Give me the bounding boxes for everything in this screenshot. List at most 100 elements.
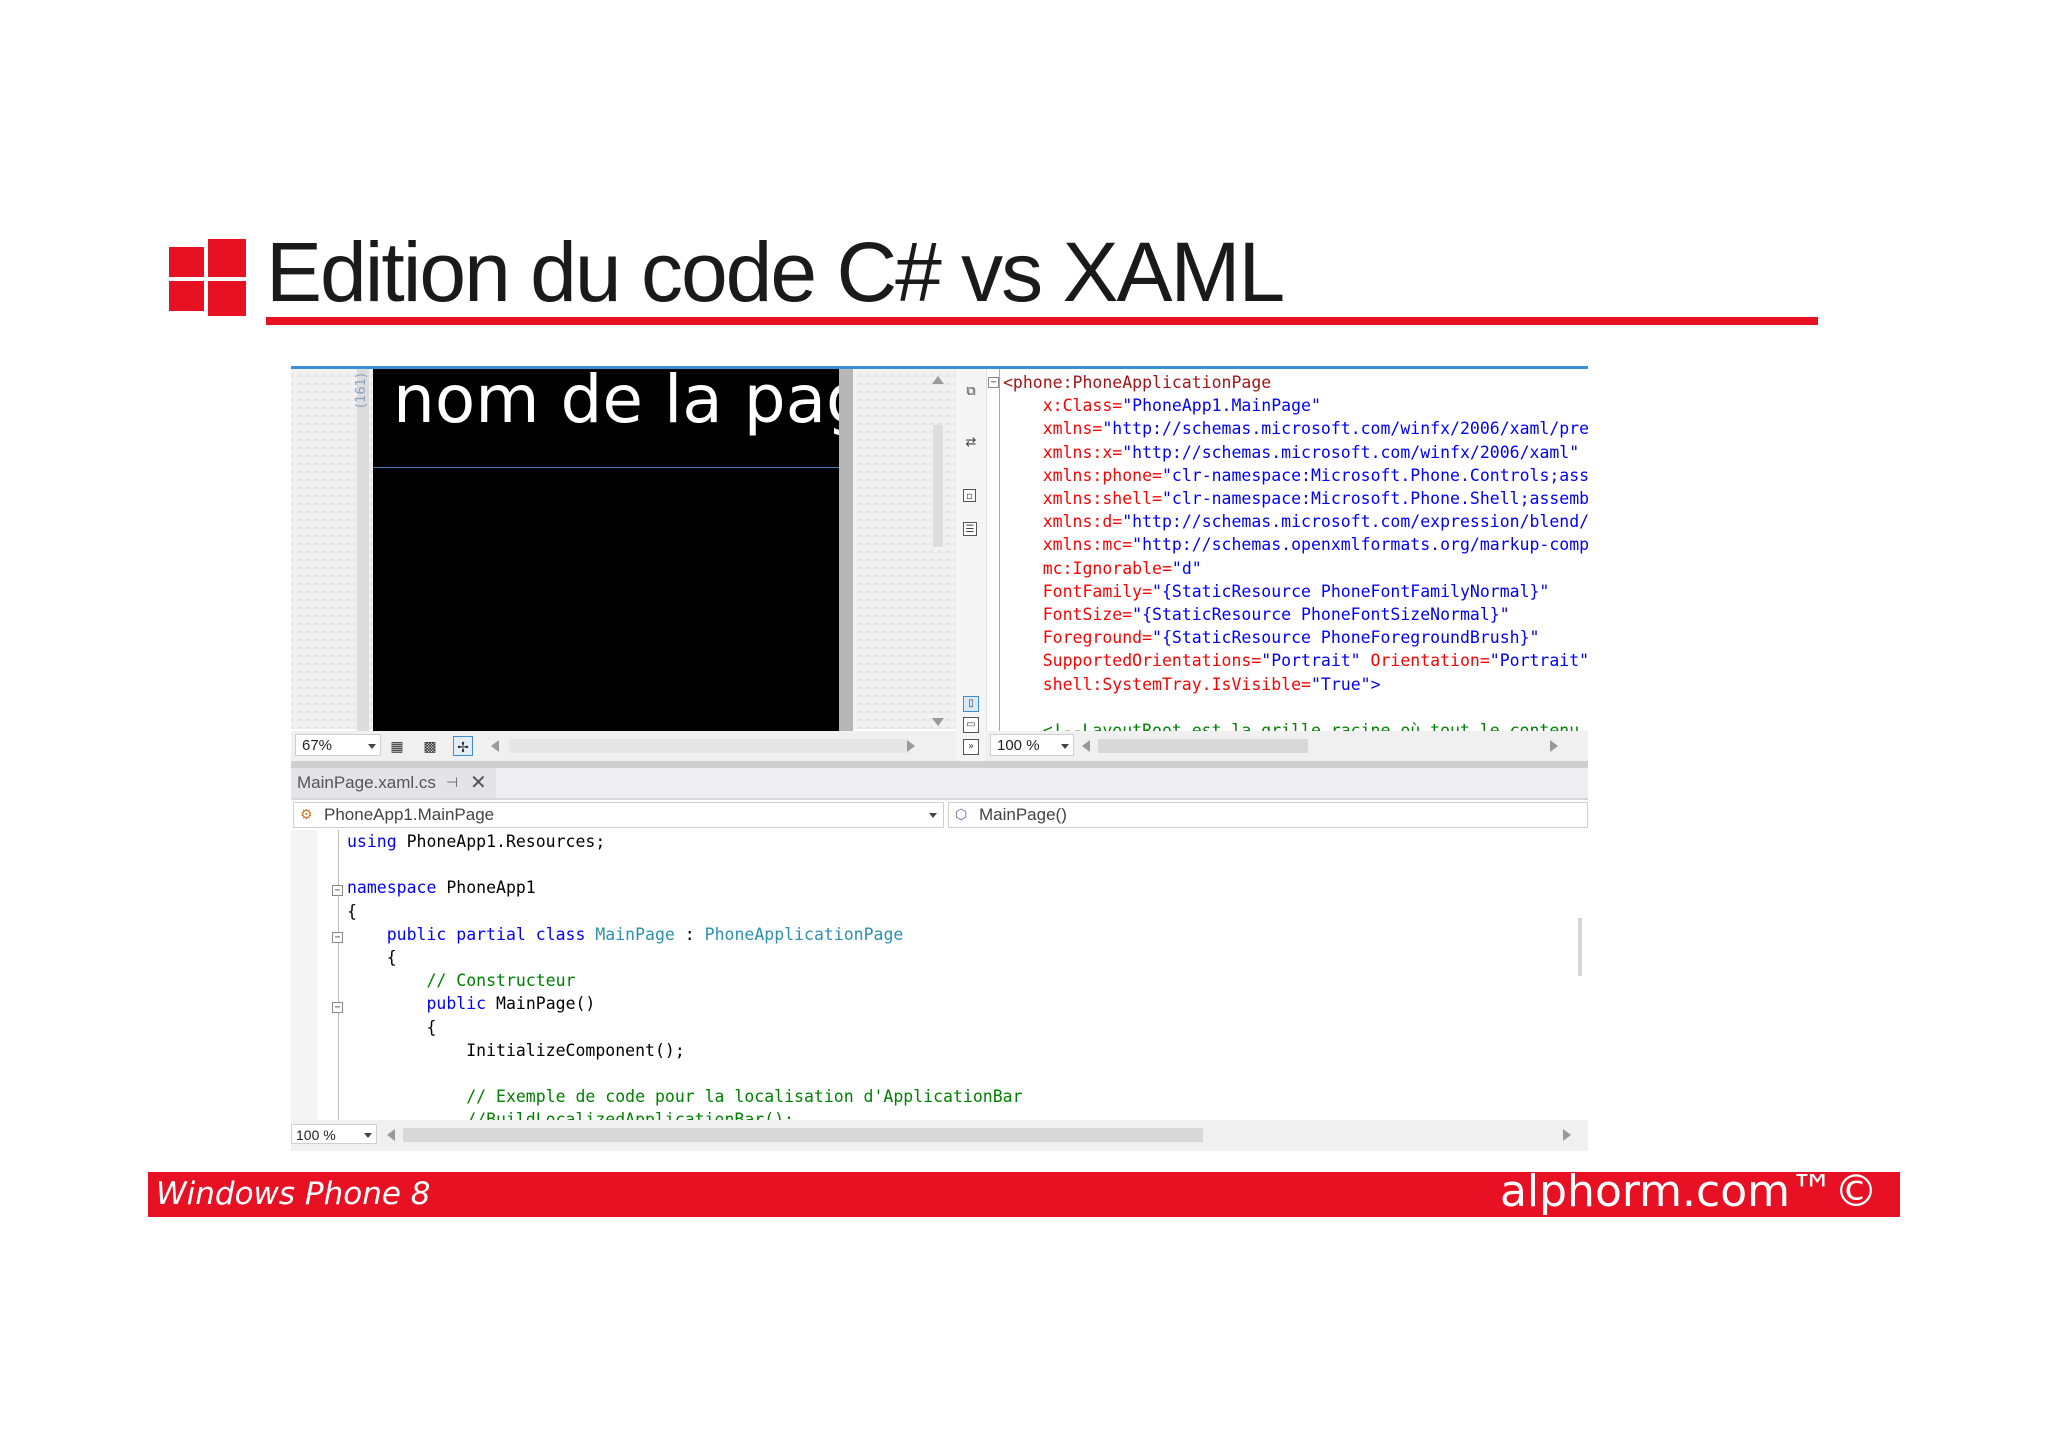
scroll-left-icon[interactable] xyxy=(387,1129,395,1141)
editor-token: MainPage() xyxy=(486,994,596,1014)
xaml-token: "{StaticResource PhoneFontSizeNormal}" xyxy=(1132,605,1510,624)
editor-line[interactable]: { xyxy=(347,900,357,923)
scroll-right-icon[interactable] xyxy=(907,740,915,752)
expand-pane-icon[interactable]: ☰ xyxy=(963,522,977,536)
editor-token: PhoneApp1 xyxy=(436,878,536,898)
xaml-token: xmlns:phone= xyxy=(1003,465,1162,485)
editor-vertical-scrollbar[interactable] xyxy=(1575,830,1588,1120)
class-icon: ⚙ xyxy=(300,806,313,822)
editor-line[interactable]: public partial class MainPage : PhoneApp… xyxy=(347,923,904,946)
editor-line[interactable]: { xyxy=(347,946,397,969)
editor-line[interactable]: // Exemple de code pour la localisation … xyxy=(347,1085,1022,1108)
editor-horizontal-scrollbar[interactable] xyxy=(403,1128,1203,1142)
editor-line[interactable]: using PhoneApp1.Resources; xyxy=(347,830,605,853)
xaml-line[interactable]: FontSize="{StaticResource PhoneFontSizeN… xyxy=(1003,603,1510,626)
close-icon[interactable]: ✕ xyxy=(470,770,487,795)
xaml-token: "Portrait" xyxy=(1489,651,1588,671)
scroll-left-icon[interactable] xyxy=(491,740,499,752)
editor-token: { xyxy=(347,948,397,967)
xaml-token: <!--LayoutRoot est la grille racine où t… xyxy=(1042,721,1580,731)
tab-label: MainPage.xaml.cs xyxy=(297,773,436,792)
phone-preview[interactable]: nom de la page xyxy=(373,369,839,735)
designer-statusbar: 67% ▦ ▩ ✢ xyxy=(291,731,956,761)
snap-to-lines-icon[interactable]: ✢ xyxy=(453,736,473,756)
xaml-line[interactable]: xmlns:x="http://schemas.microsoft.com/wi… xyxy=(1003,441,1579,464)
editor-statusbar: 100 % xyxy=(291,1120,1588,1151)
pane-divider[interactable] xyxy=(291,761,1588,768)
snap-to-grid-icon[interactable]: ▩ xyxy=(420,736,440,756)
editor-token: PhoneApp1.Resources; xyxy=(396,832,606,851)
expand-toggle-icon[interactable]: » xyxy=(963,739,979,755)
xaml-line[interactable]: xmlns="http://schemas.microsoft.com/winf… xyxy=(1003,417,1588,440)
editor-margin xyxy=(291,830,317,1120)
xaml-token: "clr-namespace:Microsoft.Phone.Controls;… xyxy=(1161,465,1588,485)
editor-token: public partial class xyxy=(386,924,586,944)
collapse-method-icon[interactable]: − xyxy=(332,1002,343,1013)
editor-line[interactable]: //BuildLocalizedApplicationBar(); xyxy=(347,1108,794,1120)
editor-token: InitializeComponent(); xyxy=(347,1040,685,1060)
xaml-zoom-select[interactable]: 100 % xyxy=(990,734,1074,756)
editor-line[interactable]: // Constructeur xyxy=(347,969,575,992)
zoom-to-fit-icon[interactable]: ⧉ xyxy=(963,384,979,400)
xaml-editor[interactable]: − <phone:PhoneApplicationPage x:Class="P… xyxy=(986,369,1588,731)
scroll-right-icon[interactable] xyxy=(1563,1129,1571,1141)
editor-token: public xyxy=(426,994,487,1014)
editor-line[interactable]: public MainPage() xyxy=(347,992,595,1015)
scroll-right-icon[interactable] xyxy=(1550,740,1558,752)
xaml-line[interactable]: xmlns:shell="clr-namespace:Microsoft.Pho… xyxy=(1003,487,1588,510)
xaml-token: xmlns:mc= xyxy=(1003,535,1133,555)
chevron-down-icon xyxy=(929,813,937,818)
xaml-token: mc:Ignorable= xyxy=(1003,558,1172,578)
title-underline xyxy=(266,317,1818,325)
xaml-line[interactable]: shell:SystemTray.IsVisible="True"> xyxy=(1003,673,1381,696)
class-dropdown[interactable]: ⚙ PhoneApp1.MainPage xyxy=(293,802,944,828)
collapse-class-icon[interactable]: − xyxy=(332,932,343,943)
horizontal-split-icon[interactable]: ▭ xyxy=(963,717,979,733)
xaml-token: "{StaticResource PhoneFontFamilyNormal}" xyxy=(1152,581,1550,601)
pin-icon[interactable]: ⊣ xyxy=(446,774,458,791)
member-dropdown-value: MainPage() xyxy=(979,805,1067,824)
xaml-line[interactable]: FontFamily="{StaticResource PhoneFontFam… xyxy=(1003,580,1550,603)
xaml-line[interactable]: x:Class="PhoneApp1.MainPage" xyxy=(1003,394,1321,417)
scroll-thumb[interactable] xyxy=(933,425,943,547)
xaml-token: "http://schemas.microsoft.com/winfx/2006… xyxy=(1102,419,1588,439)
xaml-outline-gutter xyxy=(999,369,1000,731)
xaml-token: "http://schemas.microsoft.com/expression… xyxy=(1122,512,1588,532)
collapse-pane-icon[interactable]: ▫ xyxy=(963,489,976,502)
xaml-line[interactable]: mc:Ignorable="d" xyxy=(1003,557,1202,580)
editor-zoom-select[interactable]: 100 % xyxy=(291,1124,377,1144)
xaml-line[interactable]: Foreground="{StaticResource PhoneForegro… xyxy=(1003,626,1540,649)
xaml-token: > xyxy=(1370,674,1381,694)
swap-panes-icon[interactable]: ⇄ xyxy=(963,435,979,451)
design-surface[interactable]: (161) nom de la page xyxy=(291,369,956,735)
vertical-split-icon[interactable]: ▯ xyxy=(963,696,979,712)
scroll-down-icon[interactable] xyxy=(932,718,944,726)
csharp-code-editor[interactable]: − − − using PhoneApp1.Resources; namespac… xyxy=(291,830,1588,1120)
designer-horizontal-scrollbar[interactable] xyxy=(509,739,909,753)
phone-page-title[interactable]: nom de la page xyxy=(393,369,839,438)
editor-line[interactable]: { xyxy=(347,1016,436,1039)
design-vertical-scrollbar[interactable] xyxy=(926,369,950,729)
scroll-up-icon[interactable] xyxy=(932,376,944,384)
xaml-line[interactable]: xmlns:phone="clr-namespace:Microsoft.Pho… xyxy=(1003,464,1588,487)
xaml-line[interactable]: xmlns:d="http://schemas.microsoft.com/ex… xyxy=(1003,510,1588,533)
editor-token: PhoneApplicationPage xyxy=(704,924,904,944)
tab-mainpage-xaml-cs[interactable]: MainPage.xaml.cs ⊣ ✕ xyxy=(291,768,496,798)
grid-icon[interactable]: ▦ xyxy=(387,736,407,756)
xaml-horizontal-scrollbar[interactable] xyxy=(1098,739,1308,753)
scroll-thumb[interactable] xyxy=(1578,918,1582,976)
xaml-line[interactable]: SupportedOrientations="Portrait" Orienta… xyxy=(1003,649,1588,672)
xaml-line[interactable]: <!--LayoutRoot est la grille racine où t… xyxy=(1003,719,1588,731)
visual-studio-window: (161) nom de la page ⧉ ⇄ ▫ ☰ ▯ ▭ » 67% ▦… xyxy=(291,366,1588,1151)
xaml-line[interactable]: xmlns:mc="http://schemas.openxmlformats.… xyxy=(1003,533,1588,556)
collapse-icon[interactable]: − xyxy=(988,377,999,388)
phone-scroll-edge xyxy=(839,369,853,735)
footer-course-name: Windows Phone 8 xyxy=(156,1176,431,1212)
member-dropdown[interactable]: ⬡ MainPage() xyxy=(948,802,1588,828)
editor-line[interactable]: namespace PhoneApp1 xyxy=(347,876,536,899)
editor-line[interactable]: InitializeComponent(); xyxy=(347,1039,685,1062)
scroll-left-icon[interactable] xyxy=(1082,740,1090,752)
designer-zoom-select[interactable]: 67% xyxy=(295,734,381,756)
xaml-line[interactable]: <phone:PhoneApplicationPage xyxy=(1003,371,1271,394)
collapse-namespace-icon[interactable]: − xyxy=(332,885,343,896)
